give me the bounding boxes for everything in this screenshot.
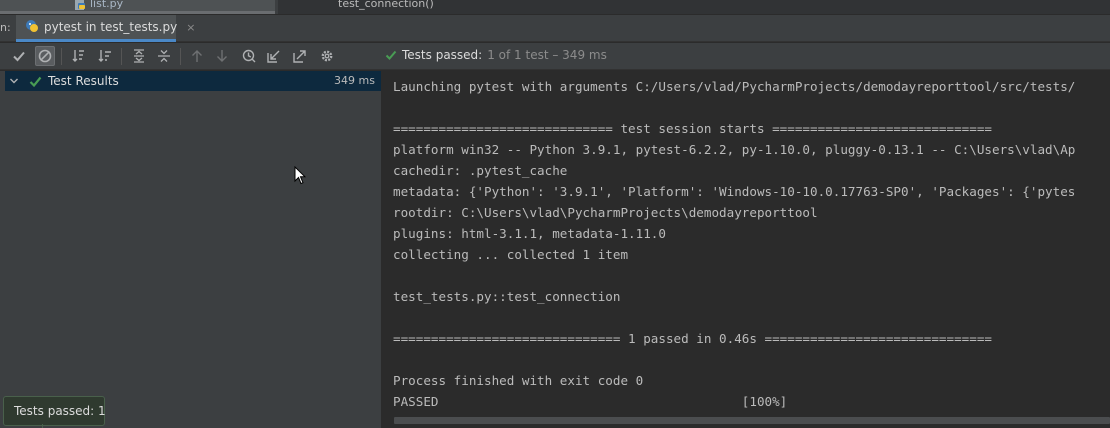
tests-passed-notification[interactable]: Tests passed: 1 [3,396,106,426]
console-line: test_tests.py::test_connection [393,289,621,304]
expand-all-icon [134,49,144,63]
show-passed-button[interactable] [9,46,29,66]
export-tests-button[interactable] [290,46,310,66]
tree-row-test-results[interactable]: Test Results 349 ms [5,71,381,91]
status-passed-label: Tests passed: [402,48,483,62]
console-line: ============================= test sessi… [393,121,992,136]
console-line: collecting ... collected 1 item [393,247,629,262]
console-line: Process finished with exit code 0 [393,373,644,388]
file-tab-underline [0,11,275,14]
notification-text: Tests passed: 1 [14,404,106,418]
history-icon [242,49,256,63]
previous-failed-button[interactable] [187,46,207,66]
pytest-icon [25,19,39,36]
editor-file-tab[interactable] [0,0,275,14]
next-failed-button[interactable] [212,46,232,66]
sort-duration-icon [98,50,111,62]
sort-alpha-icon [72,50,84,62]
mouse-cursor-icon [294,165,307,188]
check-icon [13,51,25,62]
test-results-tree: Test Results 349 ms [0,71,381,428]
test-history-button[interactable] [239,46,259,66]
console-text: Launching pytest with arguments C:/Users… [393,76,1075,412]
file-tab-name: list.py [90,0,124,10]
sort-alphabetically-button[interactable] [69,46,89,66]
console-line: rootdir: C:\Users\vlad\PycharmProjects\d… [393,205,818,220]
arrow-down-icon [217,50,227,62]
test-runner-toolbar: Tests passed: 1 of 1 test – 349 ms [0,43,1110,70]
export-icon [293,50,306,63]
console-line: cachedir: .pytest_cache [393,163,568,178]
python-file-icon [74,0,86,10]
console-line: platform win32 -- Python 3.9.1, pytest-6… [393,142,1076,157]
chevron-down-icon[interactable] [9,76,23,86]
expand-all-button[interactable] [129,46,149,66]
import-tests-button[interactable] [264,46,284,66]
collapse-all-icon [158,50,170,62]
tree-root-label: Test Results [48,74,119,88]
test-status: Tests passed: 1 of 1 test – 349 ms [385,48,607,62]
arrow-up-icon [192,50,202,62]
check-icon [29,75,45,88]
notification-pointer [42,424,58,428]
show-ignored-button[interactable] [35,46,55,66]
collapse-all-button[interactable] [154,46,174,66]
import-icon [267,50,280,63]
run-panel-prefix: n: [0,21,11,34]
toolbar-separator [121,48,122,65]
toolbar-separator [180,48,181,65]
breadcrumb[interactable]: test_connection() [338,0,434,10]
status-detail: 1 of 1 test – 349 ms [487,48,607,62]
settings-button[interactable] [317,46,337,66]
stop-circle-icon [38,49,52,63]
console-line: PASSED [100%] [393,394,788,409]
run-tab-bar: n: pytest in test_tests.py × [0,15,1110,42]
console-line: plugins: html-3.1.1, metadata-1.11.0 [393,226,666,241]
run-config-tab[interactable]: pytest in test_tests.py × [16,15,195,42]
sort-by-duration-button[interactable] [95,46,115,66]
close-icon[interactable]: × [186,21,195,34]
tree-root-duration: 349 ms [334,74,375,87]
gear-icon [321,50,333,62]
editor-tab-strip: list.py test_connection() [0,0,1110,14]
horizontal-scrollbar[interactable] [394,417,1110,424]
console-line: ============================== 1 passed … [393,331,992,346]
console-line: Launching pytest with arguments C:/Users… [393,79,1076,94]
tree-gutter [0,71,5,428]
file-tab-label-group[interactable]: list.py [74,0,123,10]
console-line: metadata: {'Python': '3.9.1', 'Platform'… [393,184,1076,199]
console-output[interactable]: Launching pytest with arguments C:/Users… [382,71,1110,428]
run-tab-label: pytest in test_tests.py [44,20,178,34]
check-icon [385,50,397,60]
toolbar-separator [61,48,62,65]
